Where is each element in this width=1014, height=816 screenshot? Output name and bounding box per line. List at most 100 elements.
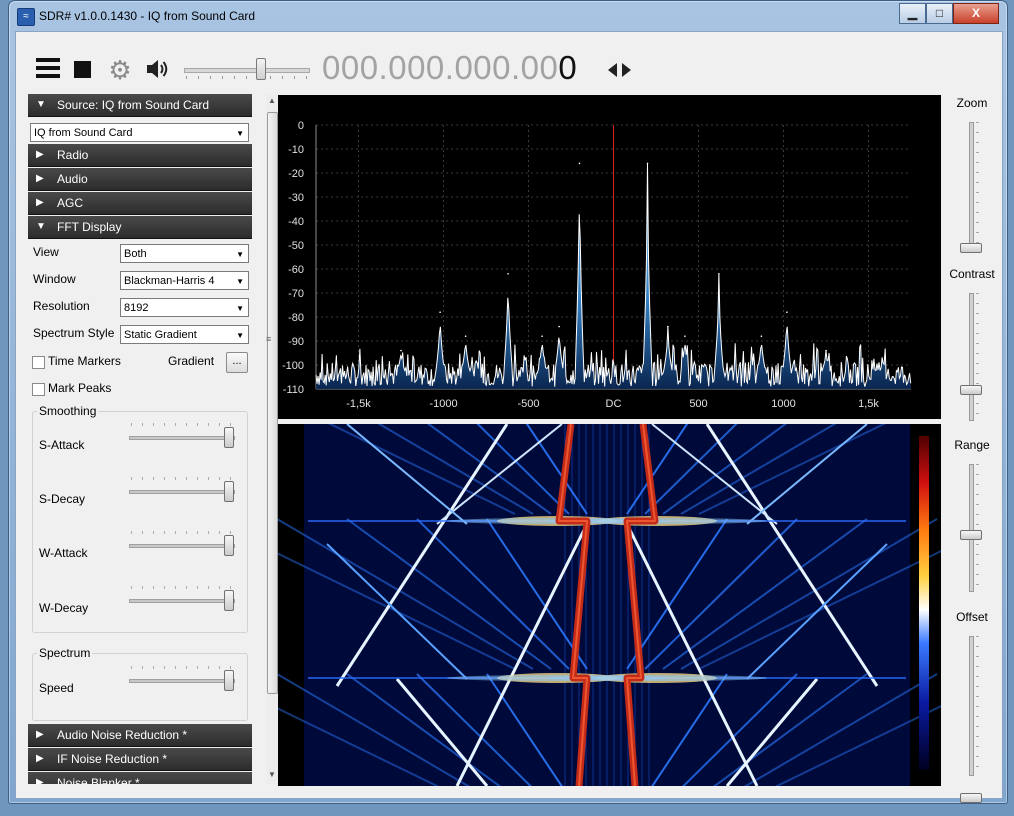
app-logo-icon: ≈ <box>17 8 35 26</box>
x-tick-label: 500 <box>689 398 707 410</box>
time-markers-label: Time Markers <box>48 354 121 368</box>
volume-slider-thumb[interactable] <box>255 58 266 80</box>
scroll-up-icon[interactable]: ▲ <box>266 96 278 105</box>
expand-triangle-icon: ▶ <box>36 729 44 740</box>
view-label: View <box>33 245 59 259</box>
control-panel: ▼ Source: IQ from Sound Card IQ from Sou… <box>28 94 260 784</box>
w-decay-slider-thumb[interactable] <box>224 590 234 611</box>
gear-icon: ⚙ <box>108 55 132 85</box>
y-tick-label: -40 <box>288 216 304 228</box>
left-right-arrow-icon <box>608 63 631 77</box>
spectrum-peak-point <box>760 335 763 337</box>
y-tick-label: -30 <box>288 192 304 204</box>
collapse-triangle-icon: ▼ <box>36 221 46 232</box>
y-tick-label: -110 <box>283 384 304 396</box>
if-noise-reduction-header[interactable]: ▶ IF Noise Reduction * <box>28 748 252 771</box>
chevron-down-icon: ▼ <box>236 331 244 340</box>
noise-blanker-header[interactable]: ▶ Noise Blanker * <box>28 772 252 784</box>
stop-button[interactable] <box>74 61 91 78</box>
source-section-header[interactable]: ▼ Source: IQ from Sound Card <box>28 94 252 117</box>
spectrum-analyzer[interactable]: 0 -10 -20 -30 -40 -50 -60 -70 -80 -90 -100 -110 -1,5… <box>278 95 941 419</box>
window-select[interactable]: Blackman-Harris 4 ▼ <box>120 271 249 290</box>
chevron-down-icon: ▼ <box>236 129 244 138</box>
gradient-label: Gradient <box>168 354 215 368</box>
w-decay-slider-track[interactable] <box>129 599 235 603</box>
s-decay-slider-track[interactable] <box>129 490 235 494</box>
audio-section-header[interactable]: ▶ Audio <box>28 168 252 191</box>
offset-slider-track[interactable] <box>969 636 974 776</box>
close-button[interactable]: X <box>953 3 999 24</box>
zoom-label: Zoom <box>956 96 988 110</box>
expand-triangle-icon: ▶ <box>36 149 44 160</box>
time-markers-checkbox[interactable] <box>32 356 45 369</box>
chevron-down-icon: ▼ <box>236 277 244 286</box>
spectrum-peak-point <box>786 311 788 313</box>
fft-display-section-header[interactable]: ▼ FFT Display <box>28 216 252 239</box>
speaker-icon <box>147 60 168 78</box>
resolution-label: Resolution <box>33 299 90 313</box>
spectrum-peak-point <box>558 325 560 328</box>
menu-button[interactable] <box>36 58 60 80</box>
scrollbar-thumb[interactable] <box>267 112 278 694</box>
volume-slider-track[interactable] <box>184 68 310 73</box>
x-tick-label: -1000 <box>429 398 457 410</box>
zoom-slider-thumb[interactable] <box>960 243 982 253</box>
y-tick-label: -10 <box>288 144 304 156</box>
frequency-display[interactable]: 000.000.000.000 <box>322 49 577 87</box>
resolution-select[interactable]: 8192 ▼ <box>120 298 249 317</box>
audio-noise-reduction-header[interactable]: ▶ Audio Noise Reduction * <box>28 724 252 747</box>
x-tick-label: -500 <box>517 398 539 410</box>
s-attack-slider-thumb[interactable] <box>224 427 234 448</box>
mark-peaks-label: Mark Peaks <box>48 381 112 395</box>
title-bar[interactable]: ≈ SDR# v1.0.0.1430 - IQ from Sound Card … <box>9 1 1007 31</box>
settings-button[interactable]: ⚙ <box>108 55 132 85</box>
y-tick-label: 0 <box>298 120 304 132</box>
minimize-button[interactable]: ▁ <box>899 3 926 24</box>
panel-scrollbar[interactable]: ▲ ▼ <box>266 94 278 784</box>
expand-triangle-icon: ▶ <box>36 777 44 784</box>
zoom-slider-track[interactable] <box>969 122 974 252</box>
spectrum-peak-point <box>718 273 720 275</box>
frequency-digits[interactable]: 000.000.000.00 <box>322 49 558 86</box>
source-device-select[interactable]: IQ from Sound Card ▼ <box>30 123 249 142</box>
agc-section-header[interactable]: ▶ AGC <box>28 192 252 215</box>
gradient-button[interactable]: ... <box>226 352 248 373</box>
s-attack-slider-track[interactable] <box>129 436 235 440</box>
spectrum-style-select[interactable]: Static Gradient ▼ <box>120 325 249 344</box>
expand-triangle-icon: ▶ <box>36 173 44 184</box>
frequency-step-arrows[interactable] <box>606 62 634 78</box>
waterfall-display[interactable] <box>278 424 941 786</box>
speed-slider-thumb[interactable] <box>224 670 234 691</box>
waterfall-color-scale <box>919 436 929 770</box>
w-attack-slider-thumb[interactable] <box>224 535 234 556</box>
speed-slider-track[interactable] <box>129 679 235 683</box>
chevron-down-icon: ▼ <box>236 304 244 313</box>
splitter-grip-icon[interactable]: ≡ <box>266 334 271 344</box>
contrast-slider-track[interactable] <box>969 293 974 421</box>
spectrum-chart[interactable]: 0 -10 -20 -30 -40 -50 -60 -70 -80 -90 -100 -110 -1,5… <box>278 95 941 419</box>
w-attack-slider-track[interactable] <box>129 544 235 548</box>
spectrum-peak-point <box>646 162 649 165</box>
range-slider-thumb[interactable] <box>960 530 982 540</box>
y-tick-label: -20 <box>288 168 304 180</box>
offset-slider-thumb[interactable] <box>960 793 982 803</box>
speed-label: Speed <box>39 681 74 695</box>
mark-peaks-checkbox[interactable] <box>32 383 45 396</box>
mute-button[interactable] <box>144 56 170 82</box>
waterfall-image <box>278 424 941 786</box>
range-slider-track[interactable] <box>969 464 974 592</box>
y-tick-label: -60 <box>288 264 304 276</box>
contrast-slider-thumb[interactable] <box>960 385 982 395</box>
maximize-button[interactable]: □ <box>926 3 953 24</box>
contrast-label: Contrast <box>949 267 995 281</box>
spectrum-peak-point <box>507 273 509 275</box>
spectrum-peak-point <box>464 335 467 337</box>
frequency-last-digit[interactable]: 0 <box>558 49 577 86</box>
expand-triangle-icon: ▶ <box>36 197 44 208</box>
scroll-down-icon[interactable]: ▼ <box>266 770 278 779</box>
view-select[interactable]: Both ▼ <box>120 244 249 263</box>
s-decay-slider-thumb[interactable] <box>224 481 234 502</box>
radio-section-header[interactable]: ▶ Radio <box>28 144 252 167</box>
w-decay-label: W-Decay <box>39 601 89 615</box>
spectrum-peak-point <box>578 162 581 165</box>
